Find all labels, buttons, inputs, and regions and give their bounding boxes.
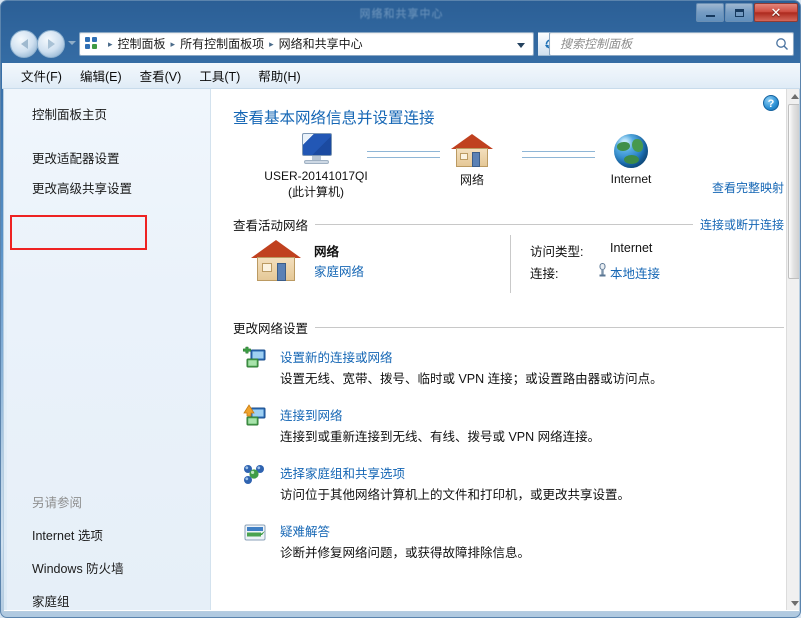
navigation-pane: 控制面板主页 更改适配器设置 更改高级共享设置 另请参阅 Internet 选项… [4,89,211,610]
map-computer-sublabel: (此计算机) [288,185,344,199]
view-full-map-link[interactable]: 查看完整映射 [712,179,784,196]
title-bar: 网络和共享中心 ✕ [1,1,800,26]
window-bottom-edge [3,610,800,615]
forward-button[interactable] [37,30,65,58]
access-type-label: 访问类型: [530,245,584,259]
task-desc-setup-new-connection: 设置无线、宽带、拨号、临时或 VPN 连接；或设置路由器或访问点。 [280,372,663,386]
menu-item-file[interactable]: 文件(F) [12,63,71,88]
breadcrumb-separator: ▸ [269,39,274,49]
task-link-setup-new-connection[interactable]: 设置新的连接或网络 [280,347,393,366]
task-link-homegroup-sharing[interactable]: 选择家庭组和共享选项 [280,463,405,482]
close-icon: ✕ [770,5,782,20]
menu-item-tools[interactable]: 工具(T) [190,63,249,88]
task-desc-troubleshoot: 诊断并修复网络问题，或获得故障排除信息。 [280,546,531,560]
active-network-type-link[interactable]: 家庭网络 [314,261,364,280]
map-node-network[interactable]: 网络 [397,133,547,188]
sidebar-item-homegroup[interactable]: 家庭组 [4,587,210,611]
address-dropdown-icon[interactable] [517,43,525,48]
back-arrow-icon [20,39,28,49]
scroll-up-button[interactable] [788,89,799,103]
map-node-computer[interactable]: USER-20141017QI (此计算机) [241,133,391,200]
scroll-down-button[interactable] [788,596,799,610]
access-type-value: Internet [610,241,653,255]
homegroup-icon [242,462,268,488]
recent-locations-dropdown-icon[interactable] [68,41,76,45]
chevron-down-icon [790,600,799,606]
map-internet-label: Internet [610,172,652,186]
help-icon[interactable]: ? [763,95,779,111]
minimize-icon [705,14,715,17]
breadcrumb-item-all-items[interactable]: 所有控制面板项 [178,33,266,55]
internet-globe-icon [614,134,648,168]
window-title: 网络和共享中心 [359,8,444,20]
explorer-window: 网络和共享中心 ✕ ▸ 控制面板 ▸ 所有控制面板项 ▸ 网络和共享中心 搜索控… [0,0,801,618]
computer-icon [296,133,336,167]
connect-to-network-icon [242,404,268,430]
details-pane: ? 查看基本网络信息并设置连接 USER-20141017QI (此计算机) 网 [212,89,799,610]
window-controls: ✕ [696,3,798,23]
content-area: 控制面板主页 更改适配器设置 更改高级共享设置 另请参阅 Internet 选项… [3,89,800,612]
map-network-label: 网络 [459,173,484,187]
page-title: 查看基本网络信息并设置连接 [233,110,435,127]
sidebar-edge [4,89,7,610]
maximize-button[interactable] [725,3,753,22]
control-panel-icon [85,36,102,52]
scrollbar-thumb[interactable] [788,104,799,279]
task-connect-to-network: 连接到网络 连接到或重新连接到无线、有线、拨号或 VPN 网络连接。 [242,404,787,448]
search-icon[interactable] [771,33,793,55]
task-desc-homegroup-sharing: 访问位于其他网络计算机上的文件和打印机，或更改共享设置。 [280,488,631,502]
active-network-divider [510,235,511,293]
sidebar-item-control-panel-home[interactable]: 控制面板主页 [4,100,210,127]
connections-label: 连接: [530,267,559,281]
back-button[interactable] [10,30,38,58]
network-map: USER-20141017QI (此计算机) 网络 Internet 查看完整映… [212,133,799,199]
search-input[interactable] [558,36,771,52]
task-homegroup-sharing: 选择家庭组和共享选项 访问位于其他网络计算机上的文件和打印机，或更改共享设置。 [242,462,787,506]
breadcrumb-item-control-panel[interactable]: 控制面板 [116,33,168,55]
menu-item-help[interactable]: 帮助(H) [249,63,309,88]
minimize-button[interactable] [696,3,724,22]
breadcrumb-separator: ▸ [170,39,176,49]
active-network-row: 网络 家庭网络 访问类型: Internet 连接: 本地连接 [242,235,787,299]
map-computer-label: USER-20141017QI [264,169,368,183]
connect-disconnect-link[interactable]: 连接或断开连接 [693,216,784,233]
forward-arrow-icon [47,39,55,49]
map-node-internet[interactable]: Internet [556,134,706,186]
home-network-icon [450,133,494,169]
menu-bar: 文件(F) 编辑(E) 查看(V) 工具(T) 帮助(H) [2,63,800,89]
address-bar[interactable]: ▸ 控制面板 ▸ 所有控制面板项 ▸ 网络和共享中心 [79,32,534,56]
maximize-icon [734,8,744,17]
sidebar-see-also-heading: 另请参阅 [32,496,83,510]
task-troubleshoot: 疑难解答 诊断并修复网络问题，或获得故障排除信息。 [242,520,787,564]
task-desc-connect-to-network: 连接到或重新连接到无线、有线、拨号或 VPN 网络连接。 [280,430,601,444]
menu-item-view[interactable]: 查看(V) [131,63,191,88]
troubleshoot-icon [242,520,268,546]
change-settings-section-header: 更改网络设置 [233,318,784,337]
new-connection-icon [242,346,268,372]
active-network-name: 网络 [314,245,340,259]
navigation-bar: ▸ 控制面板 ▸ 所有控制面板项 ▸ 网络和共享中心 [1,26,800,63]
sidebar-item-change-advanced-sharing-settings[interactable]: 更改高级共享设置 [4,174,210,201]
breadcrumb-separator: ▸ [108,39,113,49]
active-network-icon [250,239,302,283]
breadcrumb-item-network-sharing-center[interactable]: 网络和共享中心 [277,33,365,55]
search-box[interactable] [549,32,794,56]
section-rule [315,327,784,328]
sidebar-item-windows-firewall[interactable]: Windows 防火墙 [4,554,210,581]
task-setup-new-connection: 设置新的连接或网络 设置无线、宽带、拨号、临时或 VPN 连接；或设置路由器或访… [242,346,787,390]
task-link-troubleshoot[interactable]: 疑难解答 [280,521,330,540]
menu-item-edit[interactable]: 编辑(E) [71,63,131,88]
change-settings-title: 更改网络设置 [233,322,309,336]
lan-adapter-icon [597,263,608,280]
section-rule [315,224,693,225]
vertical-scrollbar[interactable] [786,89,799,610]
active-networks-section-header: 查看活动网络 连接或断开连接 [233,215,784,234]
task-link-connect-to-network[interactable]: 连接到网络 [280,405,343,424]
active-networks-title: 查看活动网络 [233,219,309,233]
sidebar-item-internet-options[interactable]: Internet 选项 [4,521,210,548]
chevron-up-icon [790,93,799,99]
local-connection-link[interactable]: 本地连接 [610,263,660,282]
close-button[interactable]: ✕ [754,3,798,22]
sidebar-item-change-adapter-settings[interactable]: 更改适配器设置 [4,144,210,171]
